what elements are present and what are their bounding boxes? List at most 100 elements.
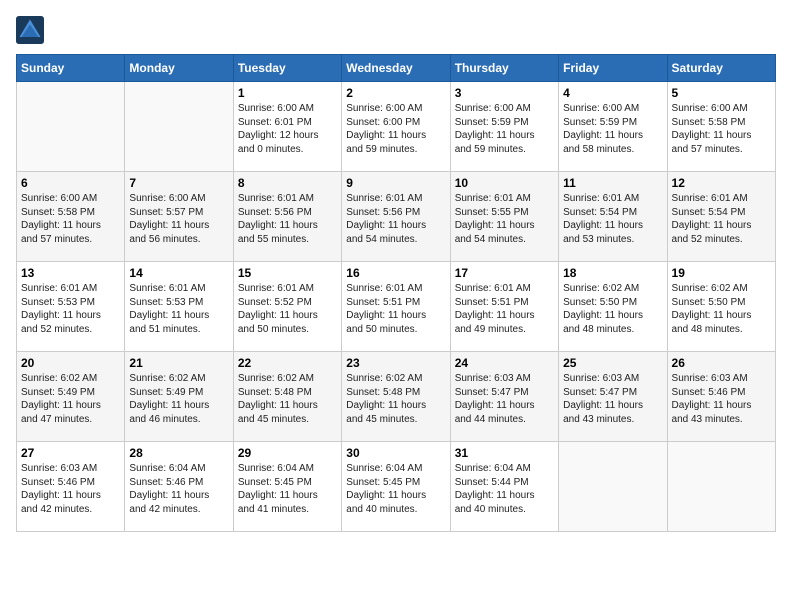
calendar-cell: 11Sunrise: 6:01 AM Sunset: 5:54 PM Dayli… [559, 172, 667, 262]
day-number: 26 [672, 356, 771, 370]
day-number: 29 [238, 446, 337, 460]
calendar-cell: 4 Sunrise: 6:00 AM Sunset: 5:59 PM Daylig… [559, 82, 667, 172]
day-info: Sunrise: 6:00 AM Sunset: 5:59 PM Dayligh… [563, 102, 662, 156]
day-number: 21 [129, 356, 228, 370]
day-number: 28 [129, 446, 228, 460]
day-info: Sunrise: 6:02 AM Sunset: 5:48 PM Dayligh… [346, 372, 445, 426]
day-number: 30 [346, 446, 445, 460]
calendar-cell: 20 Sunrise: 6:02 AM Sunset: 5:49 PM Dayli… [17, 352, 125, 442]
day-info: Sunrise: 6:04 AM Sunset: 5:45 PM Dayligh… [238, 462, 337, 516]
day-info: Sunrise: 6:03 AM Sunset: 5:46 PM Dayligh… [21, 462, 120, 516]
calendar-cell: 6 Sunrise: 6:00 AM Sunset: 5:58 PM Daylig… [17, 172, 125, 262]
calendar-cell: 24 Sunrise: 6:03 AM Sunset: 5:47 PM Dayli… [450, 352, 558, 442]
calendar-cell: 13Sunrise: 6:01 AM Sunset: 5:53 PM Dayli… [17, 262, 125, 352]
day-info: Sunrise: 6:02 AM Sunset: 5:48 PM Dayligh… [238, 372, 337, 426]
calendar-cell: 5 Sunrise: 6:00 AM Sunset: 5:58 PM Daylig… [667, 82, 775, 172]
day-info: Sunrise: 6:01 AM Sunset: 5:55 PM Dayligh… [455, 192, 554, 246]
day-info: Sunrise: 6:04 AM Sunset: 5:46 PM Dayligh… [129, 462, 228, 516]
header-thursday: Thursday [450, 55, 558, 82]
day-info: Sunrise: 6:02 AM Sunset: 5:50 PM Dayligh… [563, 282, 662, 336]
day-info: Sunrise: 6:01 AM Sunset: 5:54 PM Dayligh… [672, 192, 771, 246]
week-row-2: 6 Sunrise: 6:00 AM Sunset: 5:58 PM Daylig… [17, 172, 776, 262]
day-number: 20 [21, 356, 120, 370]
logo [16, 16, 48, 44]
day-number: 7 [129, 176, 228, 190]
header-monday: Monday [125, 55, 233, 82]
day-number: 19 [672, 266, 771, 280]
day-info: Sunrise: 6:00 AM Sunset: 5:58 PM Dayligh… [21, 192, 120, 246]
day-info: Sunrise: 6:00 AM Sunset: 5:59 PM Dayligh… [455, 102, 554, 156]
day-info: Sunrise: 6:01 AM Sunset: 5:53 PM Dayligh… [129, 282, 228, 336]
calendar-cell [17, 82, 125, 172]
logo-icon [16, 16, 44, 44]
calendar-cell: 14 Sunrise: 6:01 AM Sunset: 5:53 PM Dayli… [125, 262, 233, 352]
day-info: Sunrise: 6:00 AM Sunset: 6:00 PM Dayligh… [346, 102, 445, 156]
day-number: 12 [672, 176, 771, 190]
calendar-cell: 1Sunrise: 6:00 AM Sunset: 6:01 PM Daylig… [233, 82, 341, 172]
calendar-header-row: SundayMondayTuesdayWednesdayThursdayFrid… [17, 55, 776, 82]
day-info: Sunrise: 6:03 AM Sunset: 5:47 PM Dayligh… [563, 372, 662, 426]
day-number: 22 [238, 356, 337, 370]
calendar-cell: 18Sunrise: 6:02 AM Sunset: 5:50 PM Dayli… [559, 262, 667, 352]
week-row-5: 27Sunrise: 6:03 AM Sunset: 5:46 PM Dayli… [17, 442, 776, 532]
day-info: Sunrise: 6:01 AM Sunset: 5:56 PM Dayligh… [238, 192, 337, 246]
day-number: 16 [346, 266, 445, 280]
header-friday: Friday [559, 55, 667, 82]
calendar-cell: 25 Sunrise: 6:03 AM Sunset: 5:47 PM Dayli… [559, 352, 667, 442]
day-number: 14 [129, 266, 228, 280]
day-number: 31 [455, 446, 554, 460]
calendar-cell: 9 Sunrise: 6:01 AM Sunset: 5:56 PM Daylig… [342, 172, 450, 262]
day-info: Sunrise: 6:01 AM Sunset: 5:56 PM Dayligh… [346, 192, 445, 246]
calendar-cell: 29 Sunrise: 6:04 AM Sunset: 5:45 PM Dayli… [233, 442, 341, 532]
calendar-cell: 30 Sunrise: 6:04 AM Sunset: 5:45 PM Dayli… [342, 442, 450, 532]
calendar-cell: 28 Sunrise: 6:04 AM Sunset: 5:46 PM Dayli… [125, 442, 233, 532]
day-number: 3 [455, 86, 554, 100]
day-info: Sunrise: 6:02 AM Sunset: 5:49 PM Dayligh… [129, 372, 228, 426]
day-number: 11 [563, 176, 662, 190]
day-number: 2 [346, 86, 445, 100]
day-number: 15 [238, 266, 337, 280]
day-info: Sunrise: 6:02 AM Sunset: 5:49 PM Dayligh… [21, 372, 120, 426]
page-header [16, 16, 776, 44]
calendar-cell [667, 442, 775, 532]
calendar-cell: 19 Sunrise: 6:02 AM Sunset: 5:50 PM Dayli… [667, 262, 775, 352]
day-info: Sunrise: 6:01 AM Sunset: 5:52 PM Dayligh… [238, 282, 337, 336]
day-number: 9 [346, 176, 445, 190]
calendar-cell: 21 Sunrise: 6:02 AM Sunset: 5:49 PM Dayli… [125, 352, 233, 442]
calendar-cell: 8Sunrise: 6:01 AM Sunset: 5:56 PM Daylig… [233, 172, 341, 262]
day-number: 24 [455, 356, 554, 370]
calendar-cell: 16 Sunrise: 6:01 AM Sunset: 5:51 PM Dayli… [342, 262, 450, 352]
day-number: 4 [563, 86, 662, 100]
header-saturday: Saturday [667, 55, 775, 82]
day-number: 13 [21, 266, 120, 280]
header-tuesday: Tuesday [233, 55, 341, 82]
day-info: Sunrise: 6:04 AM Sunset: 5:45 PM Dayligh… [346, 462, 445, 516]
calendar-cell: 3 Sunrise: 6:00 AM Sunset: 5:59 PM Daylig… [450, 82, 558, 172]
day-number: 6 [21, 176, 120, 190]
calendar-cell [559, 442, 667, 532]
calendar-cell: 22 Sunrise: 6:02 AM Sunset: 5:48 PM Dayli… [233, 352, 341, 442]
calendar-cell: 10Sunrise: 6:01 AM Sunset: 5:55 PM Dayli… [450, 172, 558, 262]
day-number: 23 [346, 356, 445, 370]
day-info: Sunrise: 6:03 AM Sunset: 5:46 PM Dayligh… [672, 372, 771, 426]
calendar-cell: 23 Sunrise: 6:02 AM Sunset: 5:48 PM Dayli… [342, 352, 450, 442]
calendar-cell [125, 82, 233, 172]
calendar-cell: 26 Sunrise: 6:03 AM Sunset: 5:46 PM Dayli… [667, 352, 775, 442]
day-number: 1 [238, 86, 337, 100]
day-number: 5 [672, 86, 771, 100]
header-wednesday: Wednesday [342, 55, 450, 82]
day-number: 17 [455, 266, 554, 280]
day-info: Sunrise: 6:01 AM Sunset: 5:51 PM Dayligh… [455, 282, 554, 336]
calendar-cell: 7 Sunrise: 6:00 AM Sunset: 5:57 PM Daylig… [125, 172, 233, 262]
day-info: Sunrise: 6:01 AM Sunset: 5:51 PM Dayligh… [346, 282, 445, 336]
day-info: Sunrise: 6:00 AM Sunset: 5:57 PM Dayligh… [129, 192, 228, 246]
day-info: Sunrise: 6:03 AM Sunset: 5:47 PM Dayligh… [455, 372, 554, 426]
day-number: 25 [563, 356, 662, 370]
week-row-1: 1Sunrise: 6:00 AM Sunset: 6:01 PM Daylig… [17, 82, 776, 172]
day-info: Sunrise: 6:02 AM Sunset: 5:50 PM Dayligh… [672, 282, 771, 336]
calendar-cell: 2 Sunrise: 6:00 AM Sunset: 6:00 PM Daylig… [342, 82, 450, 172]
calendar-cell: 15 Sunrise: 6:01 AM Sunset: 5:52 PM Dayli… [233, 262, 341, 352]
day-info: Sunrise: 6:00 AM Sunset: 5:58 PM Dayligh… [672, 102, 771, 156]
week-row-4: 20 Sunrise: 6:02 AM Sunset: 5:49 PM Dayli… [17, 352, 776, 442]
week-row-3: 13 Sunrise: 6:01 AM Sunset: 5:53 PM Dayli… [17, 262, 776, 352]
